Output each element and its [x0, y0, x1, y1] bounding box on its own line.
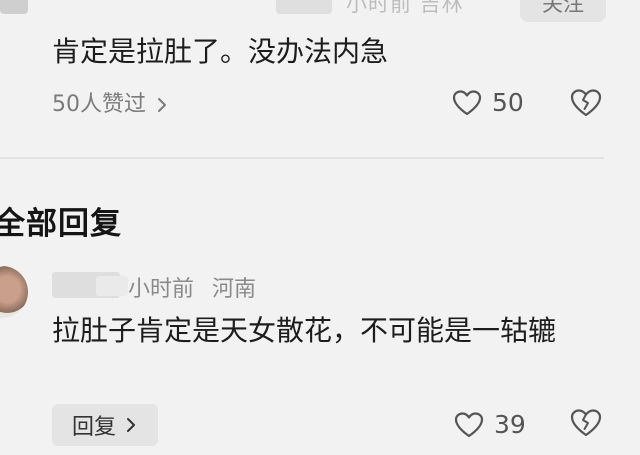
broken-heart-icon — [570, 89, 602, 117]
avatar[interactable] — [0, 266, 28, 318]
dislike-button[interactable] — [570, 408, 602, 438]
chevron-right-icon — [158, 98, 166, 112]
comment-location: 河南 — [212, 277, 257, 302]
like-button[interactable]: 39 — [454, 410, 526, 439]
comment-text: 肯定是拉肚了。没办法内急 — [52, 35, 389, 68]
reply-label: 回复 — [71, 415, 116, 440]
liked-by-label: 50人赞过 — [52, 92, 146, 117]
comment-meta-top: 小时前 吉林 — [346, 0, 464, 16]
liked-by-link[interactable]: 50人赞过 — [52, 90, 170, 120]
username-blurred — [276, 0, 332, 14]
like-button[interactable]: 50 — [452, 88, 524, 117]
section-title: 全部回复 — [0, 206, 122, 242]
heart-icon — [454, 411, 484, 437]
comment-text: 拉肚子肯定是天女散花，不可能是一轱辘 — [52, 314, 557, 347]
section-divider — [0, 157, 604, 159]
dislike-button[interactable] — [570, 88, 602, 118]
username-blurred-tail — [96, 276, 128, 296]
like-count: 50 — [492, 88, 524, 117]
like-count: 39 — [494, 410, 526, 439]
broken-heart-icon — [570, 409, 602, 437]
heart-icon — [452, 89, 482, 115]
chevron-right-icon — [127, 418, 135, 432]
comment-meta: 小时前 河南 — [128, 271, 256, 303]
comment-time: 小时前 — [128, 277, 195, 302]
follow-button[interactable]: 关注 — [520, 0, 606, 22]
user-badge-blurred — [0, 0, 28, 14]
reply-button[interactable]: 回复 — [52, 404, 158, 446]
